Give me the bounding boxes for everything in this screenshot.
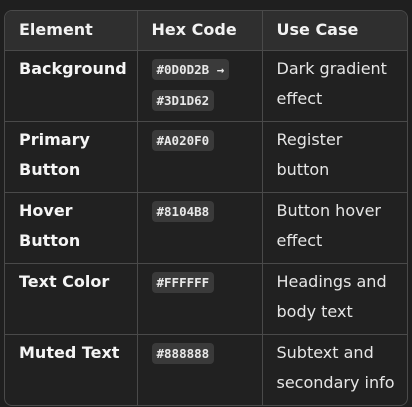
hex-code: #0D0D2B → #3D1D62: [151, 58, 230, 111]
use-case-cell: Dark gradient effect: [262, 50, 407, 122]
table-row: Text Color #FFFFFF Headings and body tex…: [5, 263, 407, 335]
hex-code: #888888: [151, 342, 215, 364]
color-palette-table: Element Hex Code Use Case Background #0D…: [5, 11, 407, 405]
use-case-cell: Register button: [262, 121, 407, 193]
hex-code: #FFFFFF: [151, 271, 215, 293]
hex-code: #A020F0: [151, 129, 215, 151]
element-cell: Text Color: [5, 263, 138, 335]
use-case-cell: Headings and body text: [262, 263, 407, 335]
table-header-row: Element Hex Code Use Case: [5, 11, 407, 51]
hex-code-cell: #888888: [137, 334, 263, 405]
element-cell: Background: [5, 50, 138, 122]
table-row: Muted Text #888888 Subtext and secondary…: [5, 334, 407, 405]
hex-code: #8104B8: [151, 200, 215, 222]
table-row: Hover Button #8104B8 Button hover effect: [5, 192, 407, 264]
color-palette-table-container: Element Hex Code Use Case Background #0D…: [4, 10, 408, 406]
use-case-cell: Subtext and secondary info: [276, 342, 395, 392]
hex-code-cell: #8104B8: [137, 192, 263, 264]
use-case-cell: Button hover effect: [262, 192, 407, 264]
element-cell: Muted Text: [5, 334, 138, 405]
column-header-use-case: Use Case: [262, 11, 407, 51]
column-header-element: Element: [5, 11, 138, 51]
table-row: Background #0D0D2B → #3D1D62 Dark gradie…: [5, 50, 407, 122]
hex-code-cell: #FFFFFF: [137, 263, 263, 335]
element-cell: Primary Button: [5, 121, 138, 193]
element-cell: Hover Button: [5, 192, 138, 264]
hex-code-cell: #A020F0: [137, 121, 263, 193]
hex-code-cell: #0D0D2B → #3D1D62: [137, 50, 263, 122]
table-row: Primary Button #A020F0 Register button: [5, 121, 407, 193]
column-header-hex-code: Hex Code: [137, 11, 263, 51]
